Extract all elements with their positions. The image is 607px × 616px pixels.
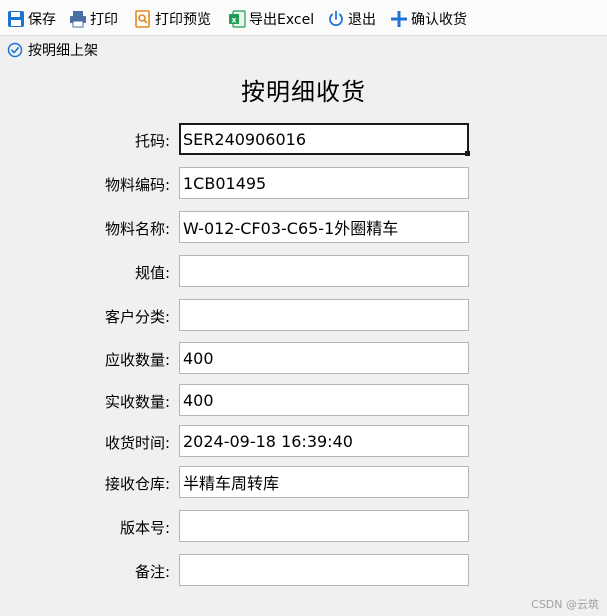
- toolbar: 保存 打印 打印预览 x 导出Excel 退出 确认收货: [0, 0, 607, 36]
- version-number-label: 版本号:: [119, 519, 170, 537]
- spec-value-label: 规值:: [134, 264, 170, 282]
- expected-quantity-row: 应收数量:: [0, 342, 607, 376]
- print-preview-label: 打印预览: [155, 12, 211, 28]
- power-icon: [326, 9, 346, 29]
- receiving-warehouse-label: 接收仓库:: [104, 475, 170, 493]
- receipt-time-input[interactable]: [179, 425, 469, 457]
- plus-icon: [389, 9, 409, 29]
- receiving-warehouse-row: 接收仓库:: [0, 466, 607, 500]
- version-number-row: 版本号:: [0, 510, 607, 544]
- expected-quantity-input[interactable]: [179, 342, 469, 374]
- expected-quantity-label: 应收数量:: [104, 351, 170, 369]
- material-code-label: 物料编码:: [104, 176, 170, 194]
- material-name-row: 物料名称:: [0, 211, 607, 245]
- print-label: 打印: [90, 12, 118, 28]
- printer-icon: [68, 9, 88, 29]
- print-button[interactable]: 打印: [68, 8, 118, 30]
- version-number-input[interactable]: [179, 510, 469, 542]
- excel-icon: x: [227, 9, 247, 29]
- save-button[interactable]: 保存: [6, 8, 56, 30]
- print-preview-button[interactable]: 打印预览: [133, 8, 211, 30]
- material-code-input[interactable]: [179, 167, 469, 199]
- export-excel-button[interactable]: x 导出Excel: [227, 8, 314, 30]
- remarks-label: 备注:: [134, 563, 170, 581]
- received-quantity-row: 实收数量:: [0, 384, 607, 418]
- receipt-time-label: 收货时间:: [104, 434, 170, 452]
- pallet-code-label: 托码:: [134, 132, 170, 150]
- sub-toolbar: 按明细上架: [0, 37, 607, 63]
- exit-button[interactable]: 退出: [326, 8, 376, 30]
- shelve-by-detail-button[interactable]: 按明细上架: [6, 40, 98, 60]
- customer-category-label: 客户分类:: [104, 308, 170, 326]
- confirm-receipt-button[interactable]: 确认收货: [389, 8, 467, 30]
- watermark: CSDN @云筑: [531, 598, 599, 611]
- spec-value-row: 规值:: [0, 255, 607, 289]
- received-quantity-label: 实收数量:: [104, 393, 170, 411]
- form-title: 按明细收货: [241, 78, 366, 106]
- material-name-input[interactable]: [179, 211, 469, 243]
- remarks-input[interactable]: [179, 554, 469, 586]
- svg-text:x: x: [231, 15, 237, 24]
- print-preview-icon: [133, 9, 153, 29]
- save-label: 保存: [28, 12, 56, 28]
- receipt-time-row: 收货时间:: [0, 425, 607, 459]
- customer-category-input[interactable]: [179, 299, 469, 331]
- material-name-label: 物料名称:: [104, 220, 170, 238]
- check-circle-icon: [6, 41, 24, 59]
- confirm-receipt-label: 确认收货: [411, 12, 467, 28]
- pallet-code-row: 托码:: [0, 123, 607, 157]
- customer-category-row: 客户分类:: [0, 299, 607, 333]
- export-excel-label: 导出Excel: [249, 12, 315, 28]
- shelve-by-detail-label: 按明细上架: [28, 43, 98, 59]
- remarks-row: 备注:: [0, 554, 607, 588]
- exit-label: 退出: [348, 12, 376, 28]
- resize-grip: [465, 151, 470, 156]
- pallet-code-input[interactable]: [179, 123, 469, 155]
- material-code-row: 物料编码:: [0, 167, 607, 201]
- received-quantity-input[interactable]: [179, 384, 469, 416]
- spec-value-input[interactable]: [179, 255, 469, 287]
- save-icon: [6, 9, 26, 29]
- receiving-warehouse-input[interactable]: [179, 466, 469, 498]
